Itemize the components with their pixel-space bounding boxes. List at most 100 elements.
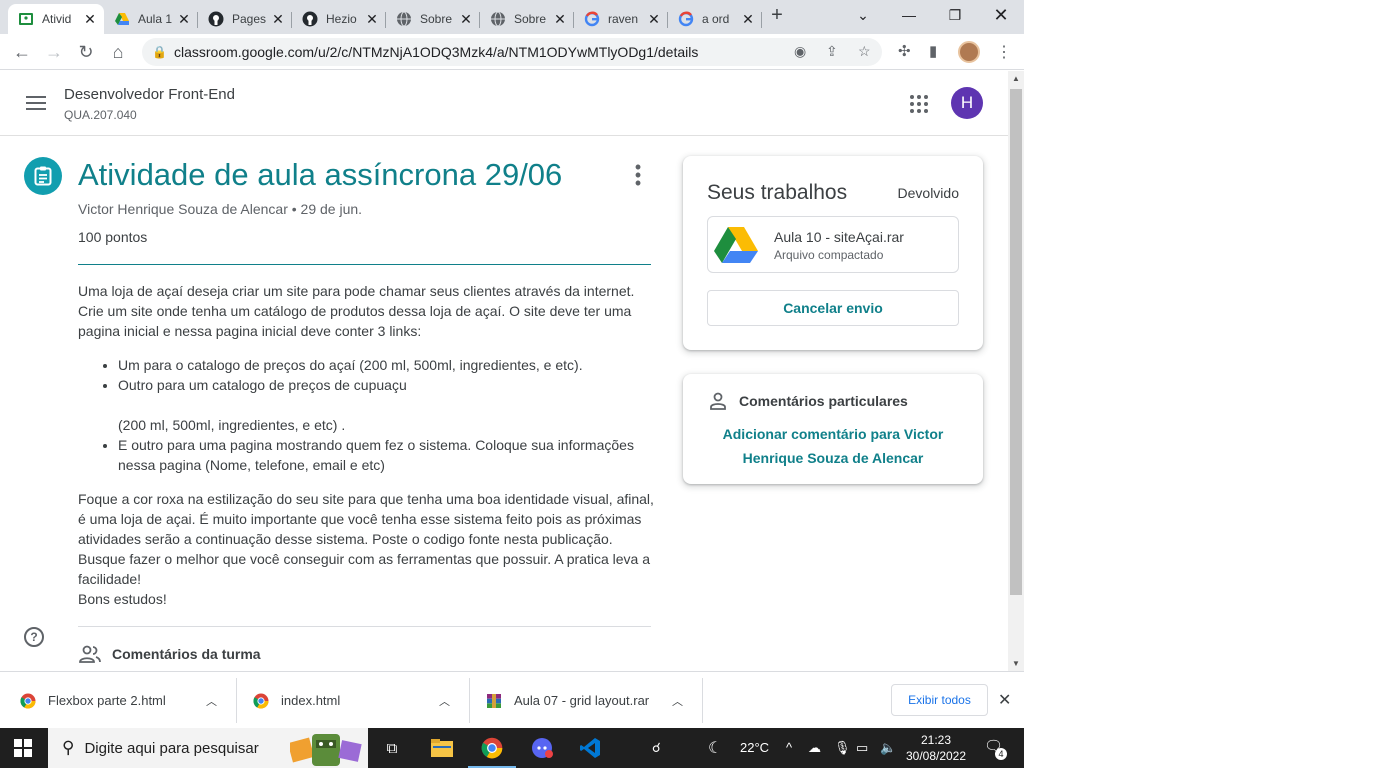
more-options-icon[interactable]: • • •	[630, 158, 646, 192]
discord-icon[interactable]	[530, 736, 554, 760]
globe-icon	[490, 11, 506, 27]
back-button[interactable]: ←	[10, 40, 34, 64]
scroll-down-arrow[interactable]: ▼	[1008, 659, 1024, 668]
assignment-title: Atividade de aula assíncrona 29/06	[78, 157, 563, 192]
scrollbar-thumb[interactable]	[1010, 89, 1022, 595]
course-title[interactable]: Desenvolvedor Front-End	[64, 86, 235, 103]
forward-button[interactable]: →	[42, 40, 66, 64]
tab-sobre-1[interactable]: Sobre ✕	[386, 4, 480, 34]
close-tab-icon[interactable]: ✕	[458, 11, 474, 28]
chevron-up-icon[interactable]: ︿	[672, 693, 683, 709]
network-icon[interactable]: ▭	[856, 740, 868, 756]
bookmark-star-icon[interactable]: ☆	[858, 43, 871, 60]
close-tab-icon[interactable]: ✕	[364, 11, 380, 28]
download-item[interactable]: Aula 07 - grid layout.rar ︿	[486, 672, 703, 729]
side-panel-icon[interactable]: ▮	[929, 42, 937, 60]
tab-github-pages[interactable]: Pages ✕	[198, 4, 292, 34]
chevron-up-icon[interactable]: ︿	[439, 693, 450, 709]
file-explorer-icon[interactable]	[430, 736, 454, 760]
restore-button[interactable]: ❐	[932, 0, 978, 30]
reload-button[interactable]: ↻	[74, 40, 98, 64]
tab-search-button[interactable]: ⌄	[840, 0, 886, 30]
class-comments-header[interactable]: Comentários da turma	[78, 644, 261, 664]
tab-title: Ativid	[42, 12, 72, 26]
download-item[interactable]: index.html ︿	[253, 672, 470, 729]
share-icon[interactable]: ⇪	[826, 43, 838, 60]
tab-google-ordem[interactable]: a ord ✕	[668, 4, 762, 34]
vscode-icon[interactable]	[578, 736, 602, 760]
browser-menu-icon[interactable]: ⋮	[996, 42, 1012, 62]
list-item: Um para o catalogo de preços do açaí (20…	[118, 355, 658, 375]
add-private-comment-link[interactable]: Adicionar comentário para Victor Henriqu…	[703, 422, 963, 470]
google-apps-icon[interactable]	[910, 95, 928, 113]
taskbar-clock[interactable]: 21:23 30/08/2022	[902, 732, 970, 764]
chevron-up-icon[interactable]: ^	[786, 740, 792, 755]
close-downloads-icon[interactable]: ✕	[998, 690, 1011, 710]
tab-drive[interactable]: Aula 1 ✕	[104, 4, 198, 34]
temperature[interactable]: 22°C	[740, 740, 769, 755]
close-tab-icon[interactable]: ✕	[176, 11, 192, 28]
microphone-icon[interactable]: 🎙	[834, 740, 851, 756]
notification-count: 4	[995, 748, 1007, 760]
close-tab-icon[interactable]: ✕	[740, 11, 756, 28]
profile-avatar[interactable]	[958, 41, 980, 63]
close-tab-icon[interactable]: ✕	[270, 11, 286, 28]
private-comments-header: Comentários particulares	[709, 392, 908, 410]
close-tab-icon[interactable]: ✕	[82, 11, 98, 28]
windows-start-icon[interactable]	[14, 739, 32, 757]
close-tab-icon[interactable]: ✕	[646, 11, 662, 28]
minimize-button[interactable]: —	[886, 0, 932, 30]
menu-icon[interactable]	[26, 96, 46, 110]
people-tray-icon[interactable]: ☌	[652, 740, 661, 756]
download-name: Flexbox parte 2.html	[48, 693, 166, 708]
chevron-up-icon[interactable]: ︿	[206, 693, 217, 709]
attachment-item[interactable]: Aula 10 - siteAçai.rar Arquivo compactad…	[707, 216, 959, 273]
download-item[interactable]: Flexbox parte 2.html ︿	[20, 672, 237, 729]
eye-off-icon[interactable]: ◉	[794, 43, 806, 60]
extensions-icon[interactable]: ✣	[898, 42, 911, 60]
onedrive-icon[interactable]: ☁	[808, 740, 821, 756]
show-all-downloads-button[interactable]: Exibir todos	[891, 684, 988, 716]
class-comments-label: Comentários da turma	[112, 646, 261, 662]
task-view-icon[interactable]: ⧉	[380, 736, 404, 760]
search-placeholder: Digite aqui para pesquisar	[84, 739, 259, 757]
new-tab-button[interactable]: +	[766, 4, 788, 27]
description-closing: Foque a cor roxa na estilização do seu s…	[78, 491, 654, 587]
browser-tab-bar: Ativid ✕ Aula 1 ✕ Pages ✕ Hezio ✕ Sobre …	[0, 0, 1024, 34]
url-text: classroom.google.com/u/2/c/NTMzNjA1ODQ3M…	[174, 44, 699, 60]
tab-classroom[interactable]: Ativid ✕	[8, 4, 104, 34]
people-icon	[79, 645, 101, 663]
your-work-card: Seus trabalhos Devolvido Aula 10 - siteA…	[683, 156, 983, 350]
volume-icon[interactable]: 🔈	[880, 740, 896, 756]
close-window-button[interactable]: ✕	[978, 0, 1024, 30]
close-tab-icon[interactable]: ✕	[552, 11, 568, 28]
assignment-meta: Victor Henrique Souza de Alencar • 29 de…	[78, 201, 363, 217]
tab-title: Sobre	[514, 12, 547, 26]
attachment-name: Aula 10 - siteAçai.rar	[774, 229, 904, 245]
page-scrollbar[interactable]: ▲ ▼	[1008, 71, 1024, 671]
chrome-taskbar-icon[interactable]	[480, 736, 504, 760]
screen: Ativid ✕ Aula 1 ✕ Pages ✕ Hezio ✕ Sobre …	[0, 0, 1024, 768]
address-bar[interactable]: 🔒 classroom.google.com/u/2/c/NTMzNjA1ODQ…	[142, 38, 882, 66]
assignment-icon	[24, 157, 62, 195]
tab-title: a ord	[702, 12, 730, 26]
drive-icon	[714, 227, 758, 263]
title-divider	[78, 264, 651, 265]
classroom-icon	[18, 11, 34, 27]
taskbar-search-box[interactable]: ⚲ Digite aqui para pesquisar	[48, 728, 368, 768]
cancel-submission-button[interactable]: Cancelar envio	[707, 290, 959, 326]
person-icon	[710, 392, 726, 410]
winrar-icon	[487, 693, 501, 708]
comments-divider	[78, 626, 651, 627]
tab-github-hezio[interactable]: Hezio ✕	[292, 4, 386, 34]
weather-moon-icon[interactable]: ☾	[708, 738, 722, 758]
tab-title: Pages	[232, 12, 267, 26]
help-icon[interactable]: ?	[24, 627, 44, 647]
tab-google-raven[interactable]: raven ✕	[574, 4, 668, 34]
scroll-up-arrow[interactable]: ▲	[1008, 74, 1024, 83]
download-name: index.html	[281, 693, 341, 708]
tab-sobre-2[interactable]: Sobre ✕	[480, 4, 574, 34]
account-avatar[interactable]: H	[951, 87, 983, 119]
tab-title: Sobre	[420, 12, 453, 26]
home-button[interactable]: ⌂	[106, 40, 130, 64]
